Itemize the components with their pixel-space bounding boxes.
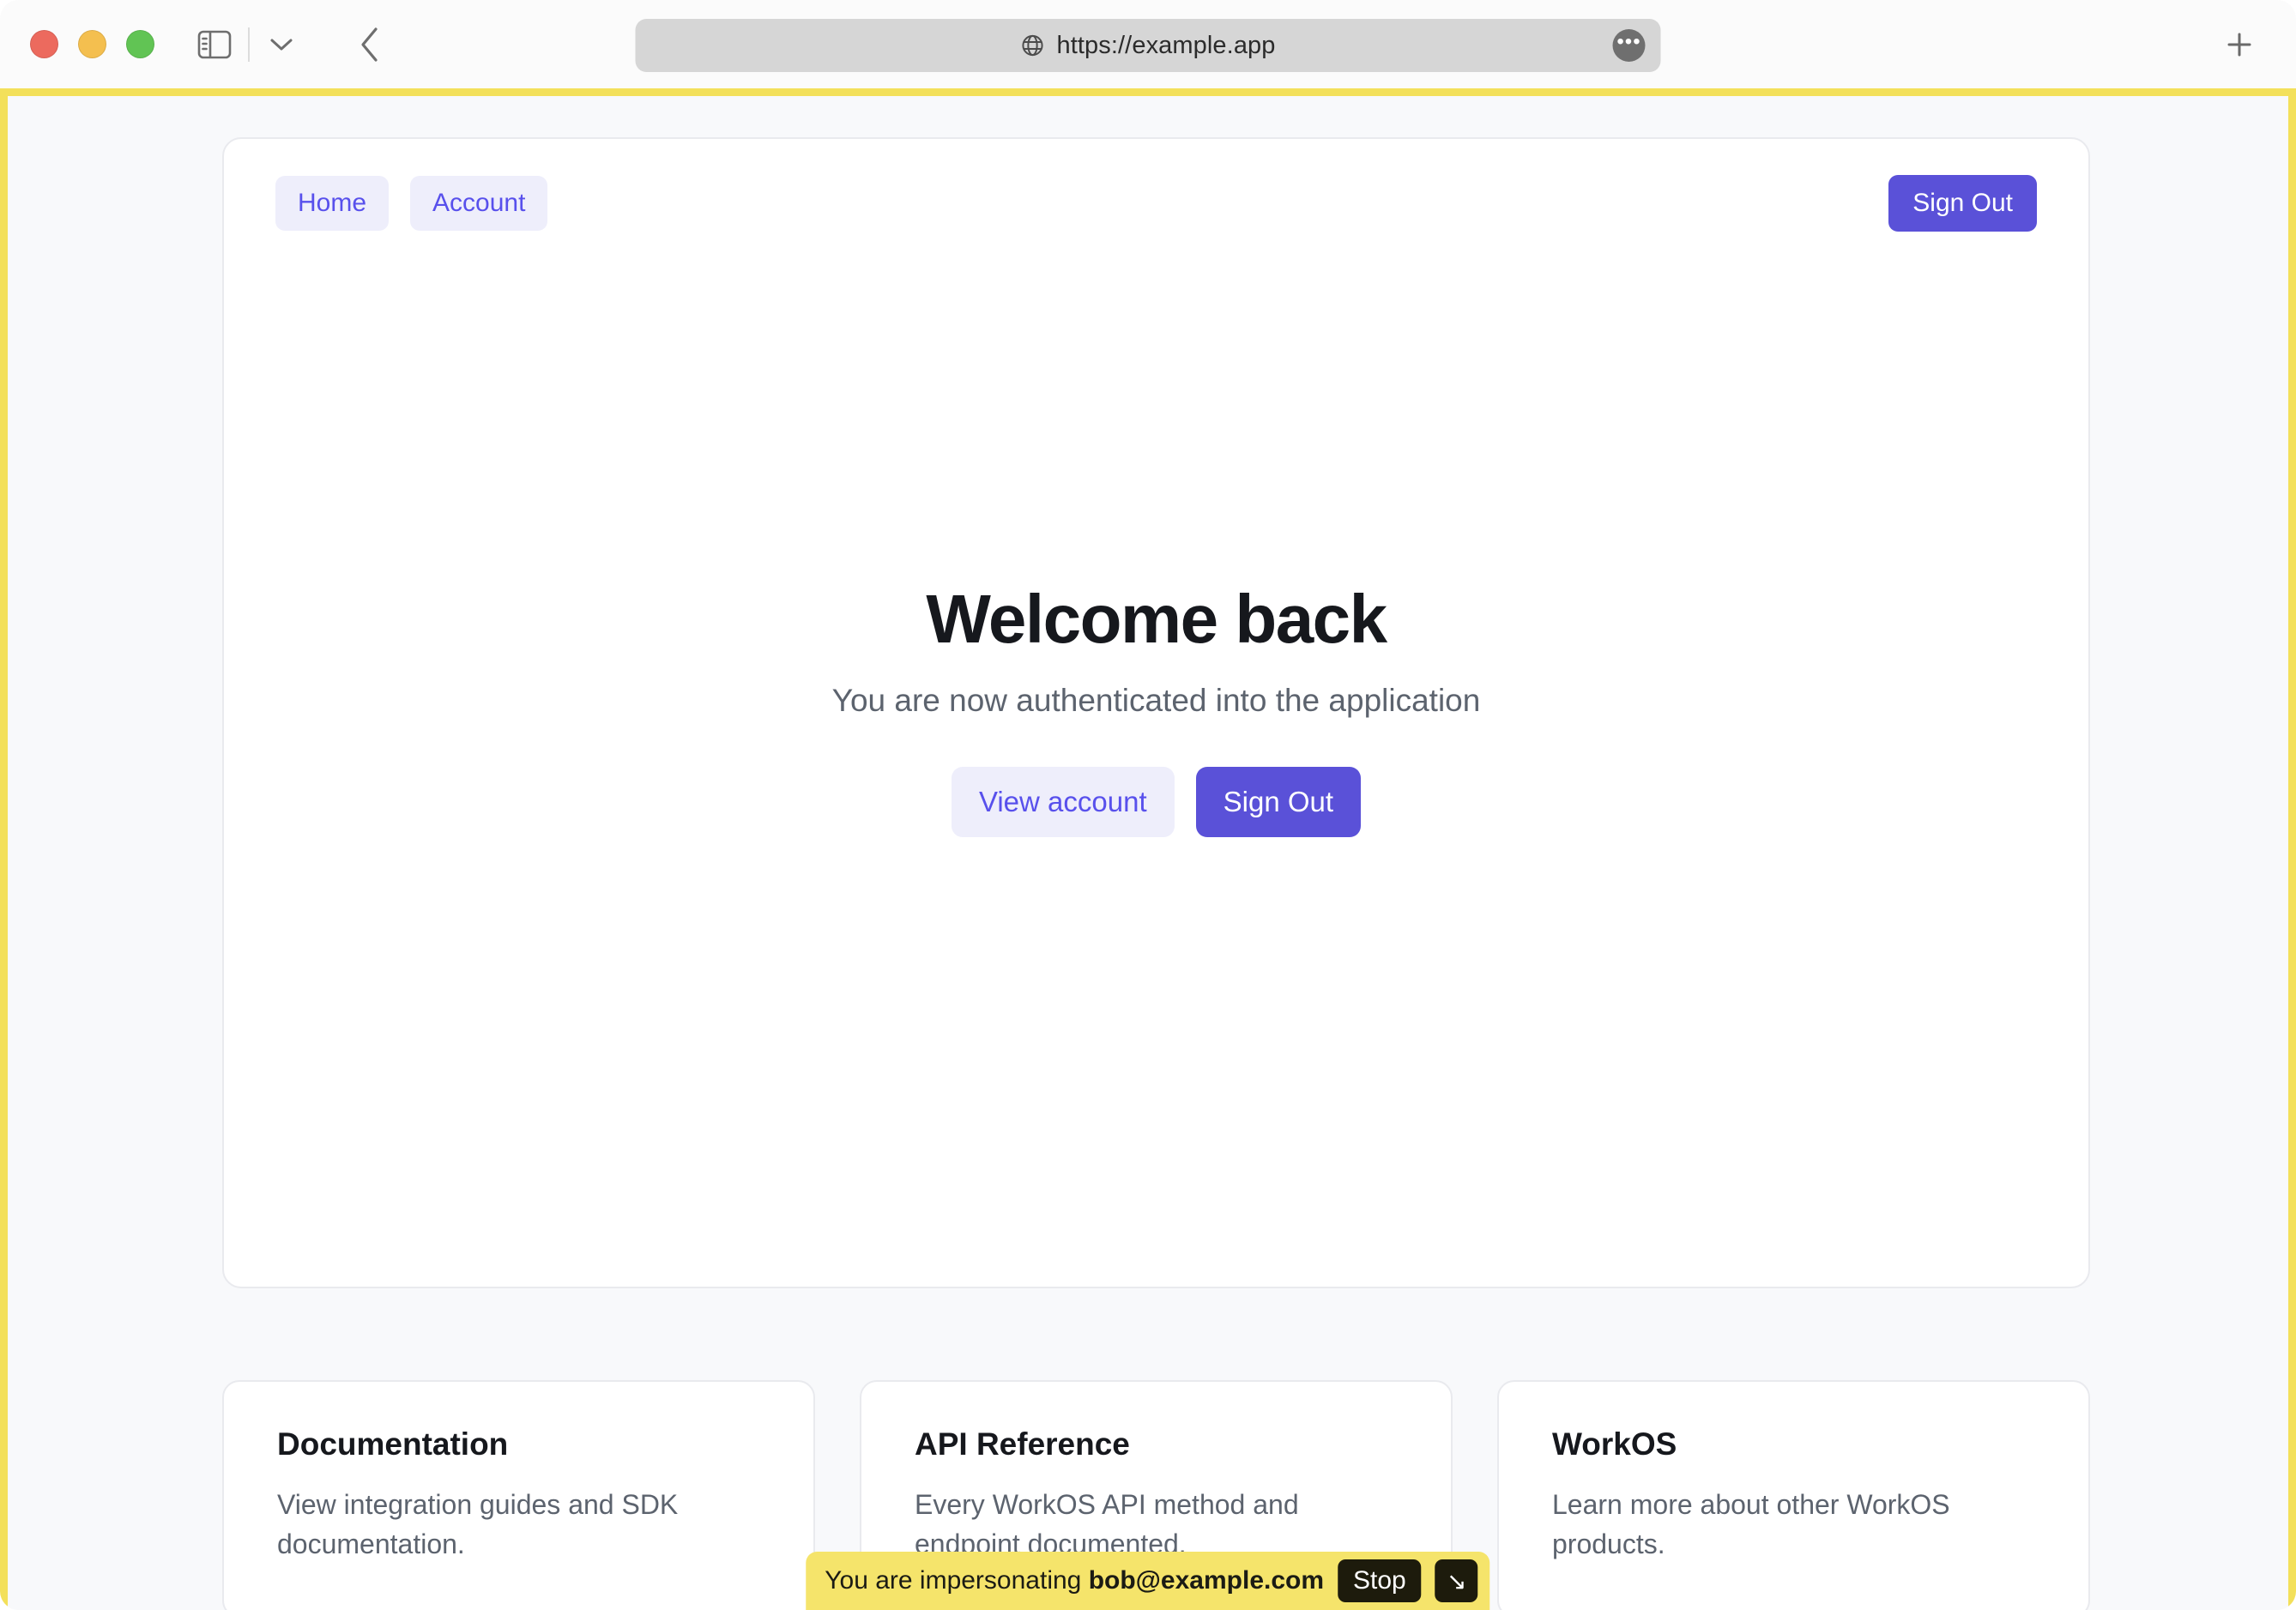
chevron-down-icon — [269, 37, 293, 52]
toolbar-divider — [248, 27, 250, 62]
window-controls — [30, 30, 154, 58]
chrome-tools — [191, 23, 394, 66]
main-panel: Home Account Sign Out Welcome back You a… — [222, 137, 2090, 1288]
browser-toolbar: https://example.app ••• — [0, 0, 2296, 88]
minimize-window-button[interactable] — [78, 30, 106, 58]
address-bar-content: https://example.app — [1021, 32, 1276, 60]
plus-icon — [2225, 30, 2254, 59]
info-card-workos[interactable]: WorkOS Learn more about other WorkOS pro… — [1497, 1380, 2090, 1610]
info-card-title: WorkOS — [1552, 1426, 2035, 1462]
sidebar-toggle-button[interactable] — [191, 25, 238, 64]
impersonation-message: You are impersonating bob@example.com — [825, 1566, 1324, 1595]
app-page: Home Account Sign Out Welcome back You a… — [8, 96, 2288, 1610]
hero-actions: View account Sign Out — [952, 767, 1361, 837]
back-button[interactable] — [346, 23, 394, 66]
chevron-left-icon — [359, 27, 381, 63]
impersonated-user-email: bob@example.com — [1089, 1566, 1324, 1595]
new-tab-button[interactable] — [2220, 25, 2259, 64]
info-card-description: Learn more about other WorkOS products. — [1552, 1485, 2015, 1565]
info-card-title: API Reference — [915, 1426, 1398, 1462]
stop-impersonation-button[interactable]: Stop — [1338, 1559, 1422, 1602]
address-bar[interactable]: https://example.app ••• — [636, 19, 1661, 72]
arrow-down-right-icon[interactable]: ↘ — [1435, 1559, 1478, 1602]
sidebar-icon — [197, 30, 232, 59]
globe-icon — [1021, 33, 1045, 57]
info-card-title: Documentation — [277, 1426, 760, 1462]
address-bar-field[interactable]: https://example.app ••• — [636, 19, 1661, 72]
ellipsis-icon[interactable]: ••• — [1613, 29, 1646, 62]
close-window-button[interactable] — [30, 30, 58, 58]
info-card-documentation[interactable]: Documentation View integration guides an… — [222, 1380, 815, 1610]
impersonation-banner: You are impersonating bob@example.com St… — [806, 1552, 1489, 1610]
hero-sign-out-button[interactable]: Sign Out — [1196, 767, 1361, 837]
browser-window: https://example.app ••• Home Account — [0, 0, 2296, 1610]
page-title: Welcome back — [926, 580, 1386, 659]
page-subtitle: You are now authenticated into the appli… — [832, 683, 1481, 719]
maximize-window-button[interactable] — [126, 30, 154, 58]
info-card-description: View integration guides and SDK document… — [277, 1485, 740, 1565]
tab-overview-button[interactable] — [260, 25, 303, 64]
impersonation-prefix: You are impersonating — [825, 1566, 1081, 1595]
hero-section: Welcome back You are now authenticated i… — [224, 139, 2088, 1287]
page-viewport: Home Account Sign Out Welcome back You a… — [0, 88, 2296, 1610]
url-text: https://example.app — [1057, 32, 1276, 60]
view-account-button[interactable]: View account — [952, 767, 1175, 837]
